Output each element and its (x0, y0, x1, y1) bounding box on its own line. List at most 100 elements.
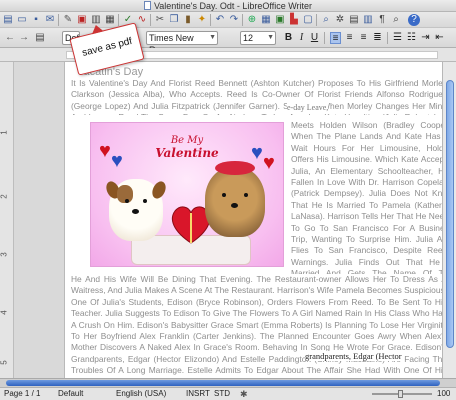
arrow-left-icon[interactable]: ← (4, 32, 16, 44)
clone-format-icon[interactable]: ✦ (196, 14, 208, 26)
export-pdf-icon[interactable]: ▣ (76, 14, 88, 26)
help-icon[interactable]: ? (408, 14, 420, 26)
red-heart-icon: ♥ (263, 152, 275, 174)
paragraph-top[interactable]: It Is Valentine's Day And Florist Reed B… (71, 78, 442, 115)
horizontal-scrollbar[interactable] (0, 378, 456, 387)
bold-button[interactable]: B (283, 32, 294, 44)
red-heart-icon: ♥ (99, 140, 111, 162)
puppy-eye (143, 199, 147, 203)
insert-mode[interactable]: INSRT (186, 388, 210, 400)
vertical-ruler[interactable]: 1 2 3 4 5 (0, 62, 14, 378)
ruler-mark: 1 (0, 130, 9, 135)
indent-icon[interactable]: ⇥ (420, 32, 431, 44)
document-canvas[interactable]: Vacatin's Day It Is Valentine's Day And … (14, 62, 442, 378)
window-title: Valentine's Day. Odt - LibreOffice Write… (153, 1, 313, 11)
font-name-combo[interactable]: Times New Roman▼ (146, 31, 218, 55)
hyperlink-icon[interactable]: ⊕ (246, 14, 258, 26)
tooltip-pointer (90, 23, 104, 35)
image-icon[interactable]: ▣ (274, 14, 286, 26)
zoom-icon[interactable]: ⌕ (390, 14, 402, 26)
save-status-icon: ✱ (240, 389, 248, 399)
numbering-icon[interactable]: ☰ (392, 32, 403, 44)
paste-icon[interactable]: ▮ (182, 14, 194, 26)
standard-toolbar: ▤ ▭ ▪ ✉ ✎ ▣ ▥ ▦ ✓ ∿ ✂ ❐ ▮ ✦ ↶ ↷ ⊕ ▦ ▣ ▙ … (0, 12, 456, 28)
horizontal-ruler[interactable] (0, 48, 456, 62)
title-bar: Valentine's Day. Odt - LibreOffice Write… (0, 0, 456, 12)
ruler-mark: 4 (0, 310, 9, 315)
writer-window: Valentine's Day. Odt - LibreOffice Write… (0, 0, 456, 400)
zoom-level[interactable]: 100 (437, 388, 450, 400)
find-replace-icon[interactable]: ⌕ (320, 14, 332, 26)
scrollbar-thumb[interactable] (6, 380, 440, 386)
toolbar-separator (210, 14, 211, 26)
puppy-eye (125, 199, 129, 203)
zoom-slider-knob[interactable] (398, 390, 403, 398)
align-right-icon[interactable]: ≡ (358, 32, 369, 44)
paragraph-right[interactable]: Meets Holden Wilson (Bradley Cooper). Wh… (291, 120, 442, 274)
styles-icon[interactable]: ▤ (34, 32, 46, 44)
vertical-scrollbar[interactable] (442, 62, 456, 378)
toolbar-separator (58, 14, 59, 26)
document-page[interactable]: Vacatin's Day It Is Valentine's Day And … (64, 62, 442, 378)
chevron-down-icon: ▼ (267, 34, 274, 41)
ruler-mark: 2 (0, 194, 9, 199)
puppy-bow (215, 161, 255, 175)
valentine-line-2: Valentine (155, 146, 219, 160)
undo-icon[interactable]: ↶ (214, 14, 226, 26)
puppy-nose (132, 209, 139, 214)
underline-button[interactable]: U (309, 32, 320, 44)
edit-file-icon[interactable]: ✎ (62, 14, 74, 26)
paragraph-bottom[interactable]: He And His Wife Will Be Dining That Even… (71, 274, 442, 378)
page-indicator[interactable]: Page 1 / 1 (4, 388, 40, 400)
bullets-icon[interactable]: ☷ (406, 32, 417, 44)
font-size-combo[interactable]: 12 ▼ (240, 31, 276, 45)
cut-icon[interactable]: ✂ (154, 14, 166, 26)
selection-mode[interactable]: STD (214, 388, 230, 400)
save-icon[interactable]: ▪ (30, 14, 42, 26)
outdent-icon[interactable]: ⇤ (434, 32, 445, 44)
window-title-wrap: Valentine's Day. Odt - LibreOffice Write… (0, 0, 456, 12)
chart-icon[interactable]: ▙ (288, 14, 300, 26)
puppy-eye (222, 193, 226, 197)
email-icon[interactable]: ✉ (44, 14, 56, 26)
toolbar-separator (150, 14, 151, 26)
tooltip-text: save as pdf (81, 35, 134, 59)
redo-icon[interactable]: ↷ (228, 14, 240, 26)
justify-icon[interactable]: ≣ (372, 32, 383, 44)
toolbar-separator (118, 14, 119, 26)
puppy-eye (244, 193, 248, 197)
font-size-value: 12 (243, 33, 254, 43)
navigator-icon[interactable]: ✲ (334, 14, 346, 26)
valentine-image[interactable]: ♥ ♥ ♥ ♥ Be My Valentine (90, 122, 284, 267)
open-icon[interactable]: ▭ (16, 14, 28, 26)
gallery-icon[interactable]: ▤ (348, 14, 360, 26)
chevron-down-icon: ▼ (209, 34, 216, 41)
caption-grandparents: grandparents, Edgar (Hector (305, 351, 402, 361)
toolbar-separator (316, 14, 317, 26)
page-style[interactable]: Default (58, 388, 83, 400)
table-icon[interactable]: ▦ (260, 14, 272, 26)
formatting-marks-icon[interactable]: ¶ (376, 14, 388, 26)
formatting-toolbar: ← → ▤ Def Times New Roman▼ 12▼ B I U ≡ ≡… (0, 28, 456, 55)
data-sources-icon[interactable]: ▥ (362, 14, 374, 26)
copy-icon[interactable]: ❐ (168, 14, 180, 26)
toolbar-separator (242, 14, 243, 26)
puppy-nose (231, 203, 238, 208)
valentine-caption: Be My Valentine (147, 135, 227, 159)
ruler-mark: 3 (0, 252, 9, 257)
arrow-right-icon[interactable]: → (18, 32, 30, 44)
toolbar-separator (324, 32, 325, 44)
language-indicator[interactable]: English (USA) (116, 388, 166, 400)
new-document-icon[interactable]: ▤ (2, 14, 14, 26)
toolbar-separator (387, 32, 388, 44)
italic-button[interactable]: I (296, 32, 307, 44)
document-icon (143, 1, 151, 10)
blue-heart-icon: ♥ (111, 150, 123, 172)
align-center-icon[interactable]: ≡ (344, 32, 355, 44)
blue-heart-icon: ♥ (251, 142, 263, 164)
print-preview-icon[interactable]: ▦ (104, 14, 116, 26)
autospell-icon[interactable]: ∿ (136, 14, 148, 26)
align-left-icon[interactable]: ≡ (330, 32, 341, 44)
scrollbar-thumb[interactable] (446, 80, 454, 348)
frame-icon[interactable]: ▢ (302, 14, 314, 26)
